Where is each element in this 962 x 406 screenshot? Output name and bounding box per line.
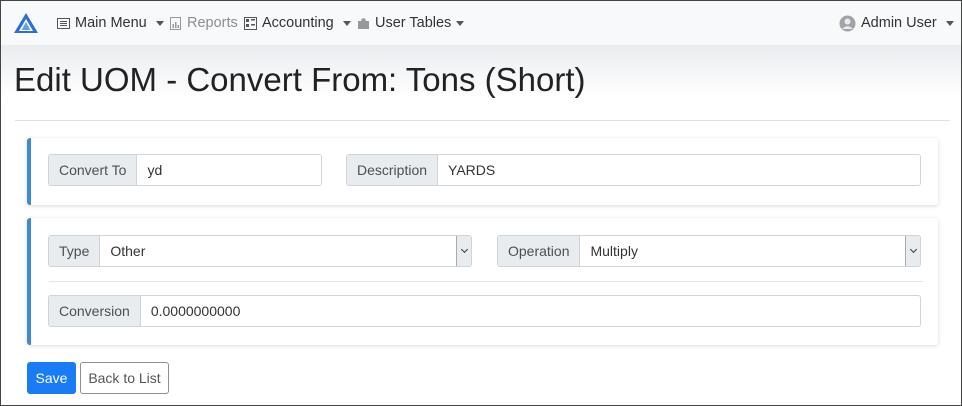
chevron-down-icon (460, 245, 468, 254)
ledger-icon (244, 16, 257, 30)
type-select[interactable]: Other (100, 236, 456, 266)
convert-to-label: Convert To (49, 155, 138, 185)
user-menu[interactable]: Admin User (839, 1, 954, 45)
top-navbar: Main Menu Reports Accounting User Tables (1, 1, 961, 45)
nav-main-menu-label: Main Menu (75, 15, 147, 31)
chevron-down-icon (456, 21, 465, 26)
divider (15, 120, 950, 121)
save-button[interactable]: Save (27, 362, 76, 394)
nav-reports-label: Reports (187, 15, 238, 31)
convert-card: Convert To yd Description YARDS (27, 138, 938, 205)
chevron-down-icon (945, 21, 954, 26)
page-title: Edit UOM - Convert From: Tons (Short) (14, 61, 586, 98)
convert-to-group: Convert To yd (48, 154, 322, 186)
operation-select[interactable]: Multiply (580, 236, 905, 266)
avatar-icon (839, 15, 856, 31)
description-label: Description (347, 155, 439, 185)
nav-accounting[interactable]: Accounting (244, 1, 351, 45)
convert-to-input[interactable]: yd (137, 155, 321, 185)
chevron-down-icon (342, 21, 351, 26)
user-name: Admin User (861, 15, 937, 31)
conversion-card: Type Other Operation Multiply Conversion… (27, 218, 938, 345)
conversion-group: Conversion 0.0000000000 (48, 295, 921, 327)
description-input[interactable]: YARDS (438, 155, 920, 185)
report-icon (170, 16, 181, 30)
type-group: Type Other (48, 235, 472, 267)
operation-label: Operation (498, 236, 581, 266)
nav-main-menu[interactable]: Main Menu (57, 1, 164, 45)
type-label: Type (49, 236, 101, 266)
chevron-down-icon (155, 21, 164, 26)
chevron-down-icon (909, 245, 917, 254)
operation-dropdown-arrow[interactable] (905, 236, 920, 266)
nav-user-tables-label: User Tables (375, 15, 452, 31)
nav-accounting-label: Accounting (262, 15, 334, 31)
type-dropdown-arrow[interactable] (456, 236, 471, 266)
nav-user-tables[interactable]: User Tables (357, 1, 465, 45)
menu-list-icon (57, 17, 70, 29)
back-to-list-button[interactable]: Back to List (80, 362, 169, 394)
conversion-input[interactable]: 0.0000000000 (140, 296, 920, 326)
puzzle-icon (358, 17, 369, 29)
operation-group: Operation Multiply (497, 235, 921, 267)
nav-reports[interactable]: Reports (169, 1, 238, 45)
card-divider (49, 281, 923, 282)
app-logo-icon[interactable] (13, 11, 39, 35)
description-group: Description YARDS (346, 154, 921, 186)
conversion-label: Conversion (49, 296, 141, 326)
